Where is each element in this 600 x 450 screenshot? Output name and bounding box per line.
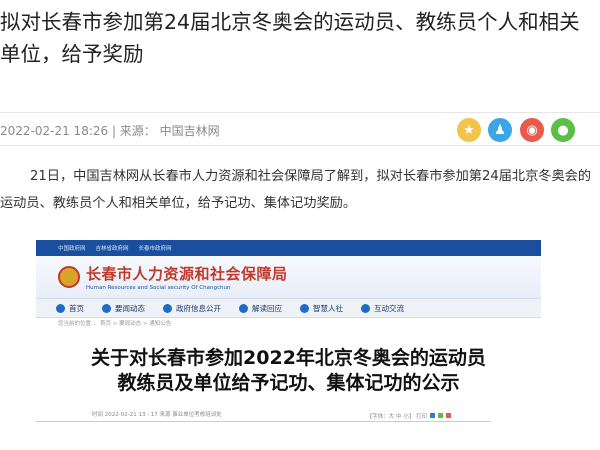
nav-label: 互动交流 [374,303,404,313]
notice-title-line: 关于对长春市参加2022年北京冬奥会的运动员 [91,347,486,369]
qq-icon[interactable]: ♟ [488,118,512,142]
notice-title: 关于对长春市参加2022年北京冬奥会的运动员 教练员及单位给予记功、集体记功的公… [36,346,541,396]
nav-item-info[interactable]: 政府信息公开 [163,303,221,314]
nav-item-news[interactable]: 要闻动态 [102,303,145,314]
nav-item-home[interactable]: 首页 [56,303,84,314]
notice-meta-text: 时间 2022-02-21 13 : 17 来源 事业单位考核培训处 [92,412,222,418]
nav-item-smart[interactable]: 智慧人社 [300,303,343,314]
nav-label: 政府信息公开 [176,303,221,313]
weibo-icon[interactable] [446,413,451,418]
smart-icon [300,303,309,313]
interact-icon [361,303,370,313]
breadcrumb: 您当前的位置 ： 首页 > 要闻动态 > 通知公告 [58,321,172,327]
star-icon[interactable]: ★ [457,118,481,142]
nav-label: 要闻动态 [115,303,145,313]
article-paragraph: 21日，中国吉林网从长春市人力资源和社会保障局了解到，拟对长春市参加第24届北京… [0,169,592,211]
share-icon[interactable] [430,413,435,418]
top-link[interactable]: 中国政府网 [58,244,86,252]
notice-title-line: 教练员及单位给予记功、集体记功的公示 [117,372,460,394]
info-icon [163,303,172,313]
nav-label: 解读回应 [252,303,282,313]
article-title: 拟对长春市参加第24届北京冬奥会的运动员、教练员个人和相关单位，给予奖励 [0,10,580,66]
bureau-name: 长春市人力资源和社会保障局 [86,265,288,283]
home-icon [56,303,65,313]
site-top-links: 中国政府网 吉林省政府网 长春市政府网 [36,240,541,256]
weibo-icon[interactable]: ◉ [520,118,544,142]
site-nav: 首页 要闻动态 政府信息公开 解读回应 智慧人社 互动交流 [36,298,541,318]
site-header: 长春市人力资源和社会保障局 Human Resources and Social… [36,256,541,298]
nav-item-response[interactable]: 解读回应 [239,303,282,314]
response-icon [239,303,248,313]
wechat-icon[interactable]: ● [551,118,575,142]
top-link[interactable]: 长春市政府网 [139,244,172,252]
notice-tools[interactable]: 【字体：大 中 小】 打印 [367,410,451,421]
nav-label: 智慧人社 [313,303,343,313]
embedded-screenshot: 中国政府网 吉林省政府网 长春市政府网 长春市人力资源和社会保障局 Human … [36,240,541,450]
top-link[interactable]: 吉林省政府网 [96,244,129,252]
news-icon [102,303,111,313]
nav-label: 首页 [69,303,84,313]
notice-meta: 时间 2022-02-21 13 : 17 来源 事业单位考核培训处 【字体：大… [36,410,491,422]
article-meta-bar: 2022-02-21 18:26 | 来源： 中国吉林网 ★ ♟ ◉ ● [0,112,600,146]
article-meta: 2022-02-21 18:26 | 来源： 中国吉林网 [0,124,220,138]
bureau-name-en: Human Resources and Social security Of C… [86,285,231,291]
emblem-icon [58,266,80,288]
wechat-icon[interactable] [438,413,443,418]
notice-tools-text: 【字体：大 中 小】 打印 [366,413,427,420]
nav-item-interact[interactable]: 互动交流 [361,303,404,314]
